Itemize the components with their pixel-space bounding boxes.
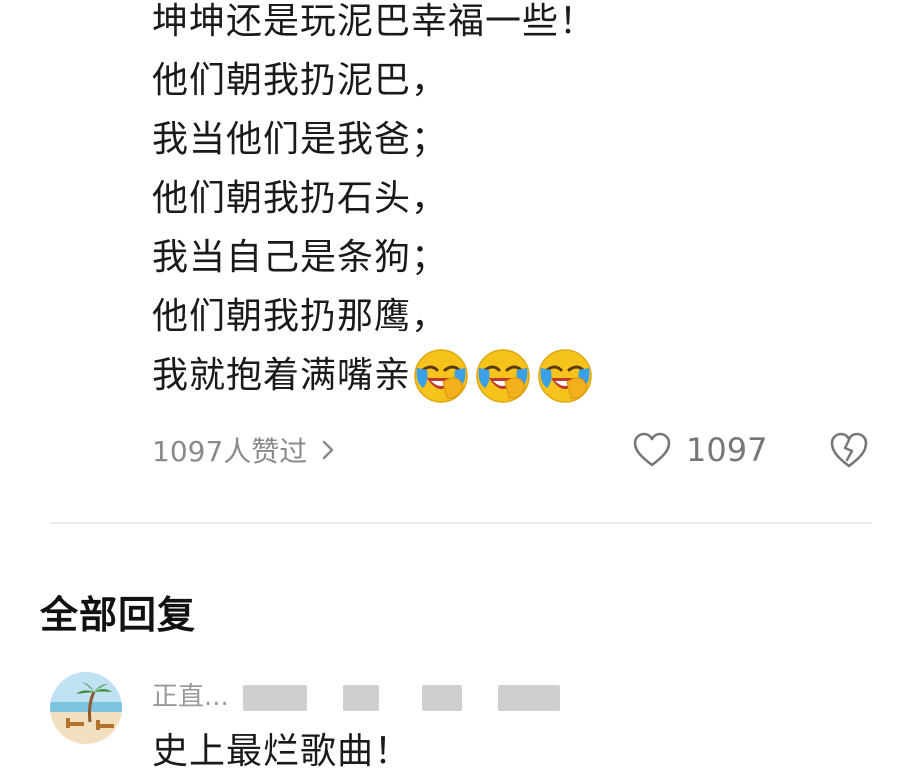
redaction-block [343,684,380,711]
beach-scene-avatar-image [50,672,122,744]
poem-line-text: 我当他们是我爸； [152,119,449,160]
laughing-crying-emoji [538,348,592,403]
liked-by-link[interactable]: 1097人赞过 [152,430,339,470]
poem-line: 我当自己是条狗； [152,228,596,287]
poem-line: 他们朝我扔那鹰， [152,287,596,346]
poem-line-text: 坤坤还是玩泥巴幸福一些！ [152,1,597,42]
poem-line-text: 他们朝我扔那鹰， [152,296,449,337]
like-button[interactable]: 1097 [632,428,767,472]
username-visible-text: 正直... [152,682,229,712]
reply-text: 史上最烂歌曲！ [152,731,412,772]
poem-line-text: 我当自己是条狗； [152,237,449,278]
heart-outline-icon [633,432,671,467]
poem-line-text: 我就抱着满嘴亲 [152,355,412,396]
poem-line: 他们朝我扔石头， [152,169,596,228]
poem-line: 他们朝我扔泥巴， [152,51,596,110]
like-count: 1097 [686,431,768,469]
emoji-group [413,348,593,404]
section-divider [50,522,872,524]
poem-line-last: 我就抱着满嘴亲 [152,346,596,405]
avatar[interactable] [50,672,122,744]
replies-section-title: 全部回复 [40,593,197,637]
poem-text: 坤坤还是玩泥巴幸福一些！ 他们朝我扔泥巴， 我当他们是我爸； 他们朝我扔石头， … [152,0,596,405]
redaction-block [421,684,462,711]
poem-line-text: 他们朝我扔泥巴， [152,60,449,101]
laughing-crying-emoji [476,348,530,403]
likes-summary: 1097人赞过 [152,435,308,468]
laughing-crying-emoji [414,348,468,403]
reaction-bar: 1097人赞过 1097 [152,428,872,472]
chevron-right-icon [323,440,334,460]
reply-username[interactable]: 正直... [152,676,560,713]
poem-line: 坤坤还是玩泥巴幸福一些！ [152,0,596,51]
redaction-block [497,684,560,711]
poem-line: 我当他们是我爸； [152,110,596,169]
redaction-block [243,684,308,711]
poem-line-text: 他们朝我扔石头， [152,178,449,219]
broken-heart-icon[interactable] [828,430,870,470]
